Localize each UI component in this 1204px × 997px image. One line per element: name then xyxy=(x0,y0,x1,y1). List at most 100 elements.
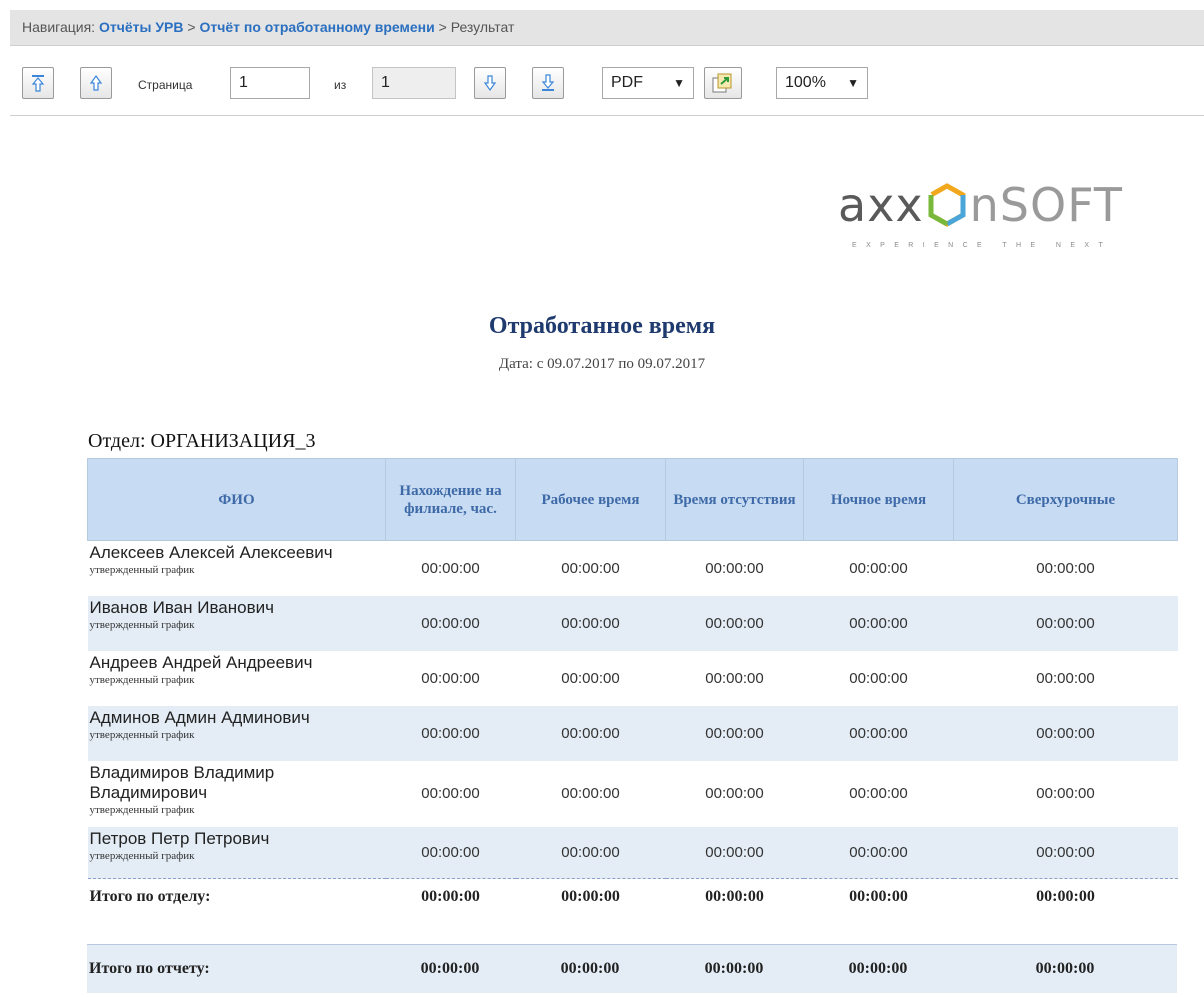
branch-time-cell: 00:00:00 xyxy=(385,705,516,761)
column-header: Рабочее время xyxy=(515,458,666,541)
breadcrumb: Навигация: Отчёты УРВ > Отчёт по отработ… xyxy=(10,10,1204,46)
absence-time-cell: 00:00:00 xyxy=(705,669,764,687)
column-header: ФИО xyxy=(87,458,386,541)
report-date: Дата: с 09.07.2017 по 09.07.2017 xyxy=(498,356,706,372)
night-time-cell: 00:00:00 xyxy=(803,826,954,879)
table-row: Андреев Андрей Андреевич утвержденный гр… xyxy=(88,651,1178,706)
table-header-row: ФИО Нахождение на филиале, час. Рабочее … xyxy=(87,458,1178,541)
branch-time-cell: 00:00:00 xyxy=(385,595,516,651)
logo-word-main: axx xyxy=(838,178,924,232)
prev-page-button[interactable] xyxy=(80,67,112,99)
breadcrumb-separator: > xyxy=(187,19,196,35)
overtime-cell: 00:00:00 xyxy=(953,595,1178,651)
column-header: Ночное время xyxy=(803,458,954,541)
export-format-select[interactable]: PDF ▼ xyxy=(602,67,694,99)
work-time-cell: 00:00:00 xyxy=(515,595,666,651)
column-header: Сверхурочные xyxy=(953,458,1178,541)
next-page-button[interactable] xyxy=(474,67,506,99)
table-row: Админов Админ Админович утвержденный гра… xyxy=(87,705,1178,761)
report-table: ФИО Нахождение на филиале, час. Рабочее … xyxy=(87,458,1178,915)
overtime-cell: 00:00:00 xyxy=(1036,669,1095,687)
first-page-icon xyxy=(31,75,45,92)
page-number-input[interactable] xyxy=(230,67,310,99)
employee-cell: Владимиров Владимир Владимирович утвержд… xyxy=(88,761,386,827)
branch-time-cell: 00:00:00 xyxy=(421,669,480,687)
employee-cell: Андреев Андрей Андреевич утвержденный гр… xyxy=(88,651,386,706)
night-time-cell: 00:00:00 xyxy=(849,559,908,577)
logo-word-soft: nSOFT xyxy=(969,178,1123,232)
total-cell: 00:00:00 xyxy=(515,878,666,915)
night-time-cell: 00:00:00 xyxy=(803,595,954,651)
last-page-button[interactable] xyxy=(532,67,564,99)
employee-cell: Алексеев Алексей Алексеевич утвержденный… xyxy=(88,541,386,596)
hexagon-logo-icon xyxy=(928,183,966,227)
total-cell: 00:00:00 xyxy=(704,959,764,977)
breadcrumb-link-worktime-report[interactable]: Отчёт по отработанному времени xyxy=(199,19,434,35)
export-format-value: PDF xyxy=(611,74,643,91)
total-cell: 00:00:00 xyxy=(665,878,804,915)
overtime-cell: 00:00:00 xyxy=(953,705,1178,761)
night-time-cell: 00:00:00 xyxy=(849,669,908,687)
page-label: Страница xyxy=(138,78,193,92)
total-cell: 00:00:00 xyxy=(385,878,516,915)
absence-time-cell: 00:00:00 xyxy=(705,785,764,802)
total-cell: 00:00:00 xyxy=(560,959,620,977)
column-header: Время отсутствия xyxy=(665,458,804,541)
prev-page-icon xyxy=(89,74,103,91)
zoom-select[interactable]: 100% ▼ xyxy=(776,67,868,99)
export-button[interactable] xyxy=(704,67,742,99)
night-time-cell: 00:00:00 xyxy=(803,705,954,761)
table-row: Владимиров Владимир Владимирович утвержд… xyxy=(88,761,1178,827)
branch-time-cell: 00:00:00 xyxy=(421,559,480,577)
department-total-row: Итого по отделу: 00:00:00 00:00:00 00:00… xyxy=(87,878,1178,915)
schedule-label: утвержденный график xyxy=(89,673,195,686)
employee-name: Админов Админ Админович xyxy=(89,707,310,727)
overtime-cell: 00:00:00 xyxy=(953,826,1178,879)
chevron-down-icon: ▼ xyxy=(847,76,859,90)
schedule-label: утвержденный график xyxy=(89,618,195,631)
chevron-down-icon: ▼ xyxy=(673,76,685,90)
employee-cell: Админов Админ Админович утвержденный гра… xyxy=(87,705,386,761)
employee-name: Иванов Иван Иванович xyxy=(89,597,274,617)
logo-tagline: EXPERIENCE THE NEXT xyxy=(852,242,1113,249)
work-time-cell: 00:00:00 xyxy=(515,826,666,879)
work-time-cell: 00:00:00 xyxy=(561,559,620,577)
total-cell: 00:00:00 xyxy=(803,878,954,915)
first-page-button[interactable] xyxy=(22,67,54,99)
export-icon xyxy=(712,73,732,93)
total-cell: 00:00:00 xyxy=(1035,959,1095,977)
absence-time-cell: 00:00:00 xyxy=(665,595,804,651)
schedule-label: утвержденный график xyxy=(89,728,195,741)
overtime-cell: 00:00:00 xyxy=(1036,785,1095,802)
report-total-row: Итого по отчету: 00:00:00 00:00:00 00:00… xyxy=(87,945,1177,993)
table-row: Иванов Иван Иванович утвержденный график… xyxy=(87,595,1178,651)
table-row: Алексеев Алексей Алексеевич утвержденный… xyxy=(88,541,1178,596)
work-time-cell: 00:00:00 xyxy=(561,669,620,687)
absence-time-cell: 00:00:00 xyxy=(705,559,764,577)
absence-time-cell: 00:00:00 xyxy=(665,705,804,761)
overtime-cell: 00:00:00 xyxy=(1036,559,1095,577)
breadcrumb-prefix: Навигация: xyxy=(22,19,96,35)
breadcrumb-separator: > xyxy=(438,19,447,35)
report-toolbar: Страница из PDF ▼ 100% ▼ xyxy=(10,56,1204,116)
branch-time-cell: 00:00:00 xyxy=(421,785,480,802)
report-title: Отработанное время xyxy=(488,313,716,339)
employee-cell: Петров Петр Петрович утвержденный график xyxy=(87,826,386,879)
total-cell: 00:00:00 xyxy=(953,878,1178,915)
total-cell: 00:00:00 xyxy=(420,959,480,977)
company-logo: axx nSOFT EXPERIENCE THE NEXT xyxy=(838,180,1184,260)
employee-name: Андреев Андрей Андреевич xyxy=(89,652,313,672)
night-time-cell: 00:00:00 xyxy=(849,785,908,802)
breadcrumb-link-reports[interactable]: Отчёты УРВ xyxy=(99,19,184,35)
total-cell: 00:00:00 xyxy=(848,959,908,977)
schedule-label: утвержденный график xyxy=(89,849,195,862)
work-time-cell: 00:00:00 xyxy=(515,705,666,761)
department-label: Отдел: ОРГАНИЗАЦИЯ_3 xyxy=(88,430,316,452)
report-total-table: Итого по отчету: 00:00:00 00:00:00 00:00… xyxy=(87,944,1177,993)
employee-name: Алексеев Алексей Алексеевич xyxy=(89,543,333,562)
branch-time-cell: 00:00:00 xyxy=(385,826,516,879)
schedule-label: утвержденный график xyxy=(89,803,195,816)
table-row: Петров Петр Петрович утвержденный график… xyxy=(87,826,1178,879)
schedule-label: утвержденный график xyxy=(89,564,195,576)
employee-name: Владимиров Владимир Владимирович xyxy=(89,762,275,802)
